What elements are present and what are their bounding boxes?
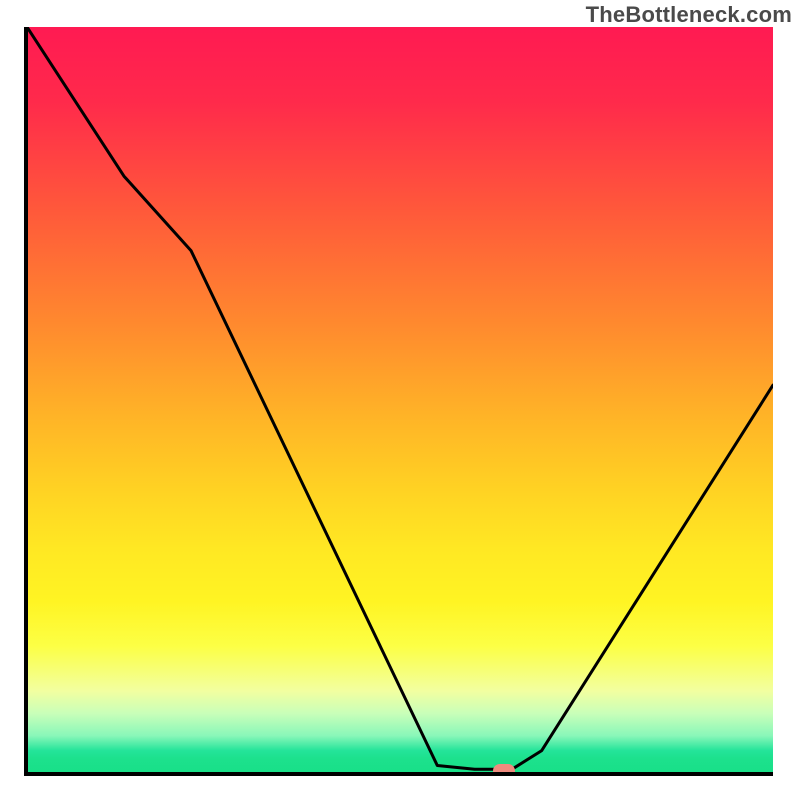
chart-container: TheBottleneck.com — [0, 0, 800, 800]
y-axis-line — [24, 27, 28, 776]
x-axis-line — [27, 772, 773, 776]
bottleneck-curve — [27, 27, 773, 773]
plot-area — [27, 27, 773, 773]
watermark-text: TheBottleneck.com — [586, 2, 792, 28]
